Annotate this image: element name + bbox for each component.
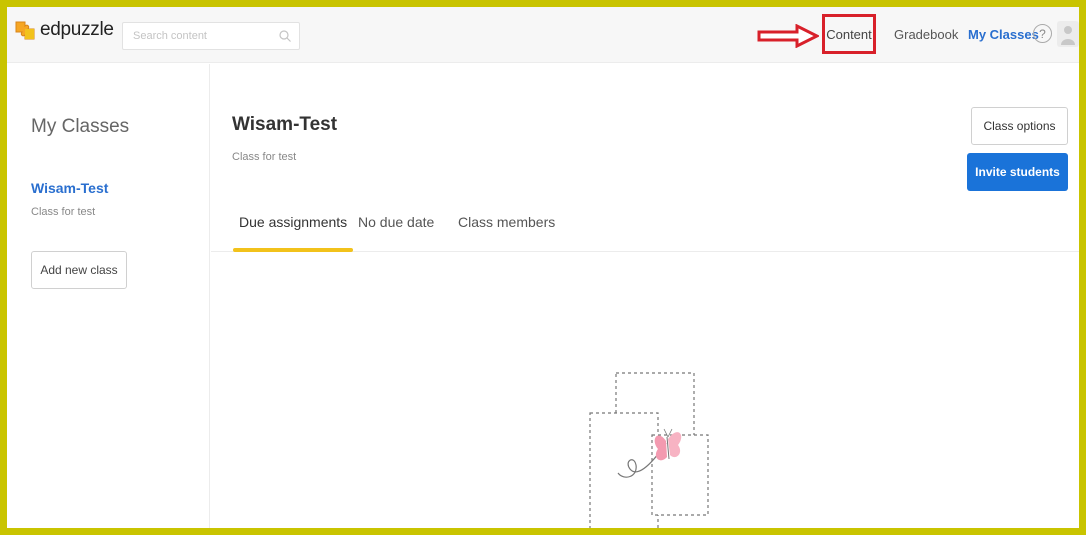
search-input[interactable] — [123, 23, 273, 49]
help-icon[interactable]: ? — [1033, 24, 1052, 43]
puzzle-logo-icon — [15, 21, 35, 40]
edpuzzle-logo[interactable]: edpuzzle — [13, 18, 114, 42]
tab-class-members[interactable]: Class members — [458, 214, 555, 250]
class-tabs: Due assignments No due date Class member… — [211, 202, 1079, 252]
search-icon[interactable] — [278, 29, 292, 43]
sidebar: My Classes Wisam-Test Class for test Add… — [7, 64, 210, 528]
class-description: Class for test — [232, 151, 297, 163]
screenshot-frame: edpuzzle Content Gradebook My Classes ? … — [0, 0, 1086, 535]
logo-text: edpuzzle — [40, 19, 114, 40]
class-options-button[interactable]: Class options — [971, 107, 1068, 145]
nav-content-link[interactable]: Content — [822, 14, 876, 54]
red-arrow-annotation — [757, 24, 819, 48]
search-box[interactable] — [122, 22, 300, 50]
top-navigation-bar: edpuzzle Content Gradebook My Classes ? — [7, 7, 1079, 63]
nav-gradebook-link[interactable]: Gradebook — [894, 27, 958, 42]
user-avatar-icon[interactable] — [1057, 21, 1079, 47]
tab-due-assignments[interactable]: Due assignments — [232, 214, 354, 252]
empty-state-illustration — [589, 372, 709, 528]
sidebar-title: My Classes — [31, 116, 130, 137]
invite-students-button[interactable]: Invite students — [967, 153, 1068, 191]
add-new-class-button[interactable]: Add new class — [31, 251, 127, 289]
tab-no-due-date[interactable]: No due date — [358, 214, 434, 250]
sidebar-class-link[interactable]: Wisam-Test — [31, 180, 108, 196]
sidebar-class-description: Class for test — [31, 206, 96, 218]
nav-my-classes-link[interactable]: My Classes — [968, 27, 1039, 42]
main-content: Wisam-Test Class for test Class options … — [211, 64, 1079, 528]
class-title: Wisam-Test — [232, 114, 338, 135]
